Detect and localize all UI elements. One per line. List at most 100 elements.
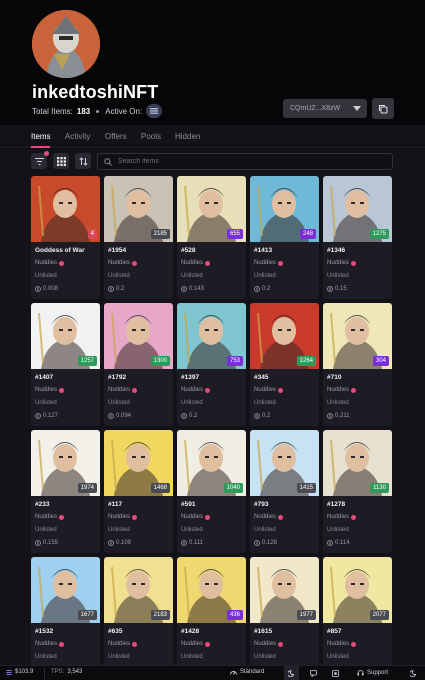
nft-card[interactable]: 2183 #635 Nuddies Unlisted — [104, 557, 173, 665]
nft-image[interactable]: 436 — [177, 557, 246, 623]
nft-card[interactable]: 1677 #1532 Nuddies Unlisted — [31, 557, 100, 665]
nft-collection[interactable]: Nuddies — [254, 641, 284, 647]
nft-image[interactable]: 2077 — [323, 557, 392, 623]
nft-card[interactable]: 1415 #793 Nuddies Unlisted 0.126 — [250, 430, 319, 553]
nft-collection[interactable]: Nuddies — [254, 387, 284, 393]
nft-card[interactable]: 753 #1397 Nuddies Unlisted 0.2 — [177, 303, 246, 426]
verified-badge-icon — [205, 514, 211, 520]
search-input[interactable] — [118, 158, 378, 165]
price-value: 0.155 — [43, 540, 59, 546]
wallet-select[interactable]: CQmUZ...X8zW — [283, 99, 367, 118]
rarity-rank-badge: 2077 — [369, 610, 389, 620]
profile-meta: Total Items: 183 Active On: — [32, 104, 163, 118]
copy-button[interactable] — [372, 98, 394, 119]
price-value: 0.2 — [262, 413, 271, 419]
tab-hidden[interactable]: Hidden — [175, 132, 200, 141]
nft-card[interactable]: 1977 #1615 Nuddies Unlisted — [250, 557, 319, 665]
nft-title: #857 — [327, 628, 342, 635]
listing-status: Unlisted — [108, 527, 130, 533]
search-box[interactable] — [97, 153, 393, 170]
sort-button[interactable] — [75, 153, 91, 169]
floor-price: 0.111 — [181, 540, 203, 546]
tab-items[interactable]: Items — [31, 132, 51, 141]
avatar-image — [32, 10, 100, 78]
nft-card[interactable]: 436 #1428 Nuddies Unlisted — [177, 557, 246, 665]
theme-toggle-button[interactable] — [284, 666, 299, 680]
collection-name: Nuddies — [327, 641, 350, 647]
nft-card[interactable]: 1468 #117 Nuddies Unlisted 0.109 — [104, 430, 173, 553]
nft-card[interactable]: 1040 #591 Nuddies Unlisted 0.111 — [177, 430, 246, 553]
nft-collection[interactable]: Nuddies — [327, 387, 357, 393]
nft-collection[interactable]: Nuddies — [181, 260, 211, 266]
nft-image[interactable]: 1677 — [31, 557, 100, 623]
verified-badge-icon — [132, 387, 138, 393]
nft-card[interactable]: 304 #710 Nuddies Unlisted 0.211 — [323, 303, 392, 426]
nft-collection[interactable]: Nuddies — [35, 641, 65, 647]
nft-image[interactable]: 1040 — [177, 430, 246, 496]
nft-collection[interactable]: Nuddies — [181, 514, 211, 520]
nft-image[interactable]: 1468 — [104, 430, 173, 496]
tab-offers[interactable]: Offers — [105, 132, 127, 141]
nft-card[interactable]: 248 #1413 Nuddies Unlisted 0.2 — [250, 176, 319, 299]
nft-collection[interactable]: Nuddies — [181, 387, 211, 393]
nft-image[interactable]: 2185 — [104, 176, 173, 242]
nft-image[interactable]: 1275 — [323, 176, 392, 242]
nft-card[interactable]: 2077 #857 Nuddies Unlisted — [323, 557, 392, 665]
nft-card[interactable]: 1275 #1346 Nuddies Unlisted 0.15 — [323, 176, 392, 299]
nft-collection[interactable]: Nuddies — [108, 641, 138, 647]
nft-image[interactable]: 753 — [177, 303, 246, 369]
nft-collection[interactable]: Nuddies — [108, 260, 138, 266]
floor-price: 0.114 — [327, 540, 350, 546]
nft-image[interactable]: 1415 — [250, 430, 319, 496]
nft-image[interactable]: 1130 — [323, 430, 392, 496]
tab-activity[interactable]: Activity — [65, 132, 90, 141]
nft-image[interactable]: 1977 — [250, 557, 319, 623]
nft-collection[interactable]: Nuddies — [35, 387, 65, 393]
toolbar — [0, 149, 425, 174]
nft-card[interactable]: 1974 #233 Nuddies Unlisted 0.155 — [31, 430, 100, 553]
chat-button[interactable] — [306, 666, 321, 680]
nft-collection[interactable]: Nuddies — [327, 514, 357, 520]
nft-collection[interactable]: Nuddies — [108, 514, 138, 520]
verified-badge-icon — [59, 387, 65, 393]
nft-image[interactable]: 1974 — [31, 430, 100, 496]
settings-button[interactable] — [328, 666, 343, 680]
profile-name: inkedtoshiNFT — [32, 82, 159, 102]
nft-image[interactable]: 248 — [250, 176, 319, 242]
nft-image[interactable]: 655 — [177, 176, 246, 242]
nft-card[interactable]: 2185 #1954 Nuddies Unlisted 0.2 — [104, 176, 173, 299]
nft-image[interactable]: 304 — [323, 303, 392, 369]
support-button[interactable]: Support — [357, 669, 388, 676]
nft-collection[interactable]: Nuddies — [35, 260, 65, 266]
nft-collection[interactable]: Nuddies — [327, 641, 357, 647]
coin-icon — [108, 540, 114, 546]
tab-pools[interactable]: Pools — [141, 132, 161, 141]
nft-collection[interactable]: Nuddies — [108, 387, 138, 393]
items-grid-area[interactable]: 4 Goddess of War Nuddies Unlisted 0.008 2185 #… — [0, 174, 425, 665]
nft-image[interactable]: 1300 — [104, 303, 173, 369]
nft-card[interactable]: 4 Goddess of War Nuddies Unlisted 0.008 — [31, 176, 100, 299]
night-mode-button[interactable] — [406, 666, 421, 680]
nft-image[interactable]: 4 — [31, 176, 100, 242]
nft-card[interactable]: 1300 #1792 Nuddies Unlisted 0.094 — [104, 303, 173, 426]
priority-mode-button[interactable]: Standard — [230, 669, 264, 675]
nft-card[interactable]: 1264 #345 Nuddies Unlisted 0.2 — [250, 303, 319, 426]
nft-image[interactable]: 1264 — [250, 303, 319, 369]
nft-title: #793 — [254, 501, 269, 508]
nft-card[interactable]: 1257 #1407 Nuddies Unlisted 0.127 — [31, 303, 100, 426]
nft-collection[interactable]: Nuddies — [254, 514, 284, 520]
nft-collection[interactable]: Nuddies — [181, 641, 211, 647]
nft-image[interactable]: 1257 — [31, 303, 100, 369]
nft-card[interactable]: 1130 #1278 Nuddies Unlisted 0.114 — [323, 430, 392, 553]
nft-collection[interactable]: Nuddies — [327, 260, 357, 266]
nft-image[interactable]: 2183 — [104, 557, 173, 623]
nft-collection[interactable]: Nuddies — [254, 260, 284, 266]
nft-card[interactable]: 655 #528 Nuddies Unlisted 0.143 — [177, 176, 246, 299]
listing-status: Unlisted — [35, 527, 57, 533]
grid-view-button[interactable] — [53, 153, 69, 169]
filter-button[interactable] — [31, 151, 49, 169]
listing-status: Unlisted — [181, 527, 203, 533]
collection-name: Nuddies — [108, 514, 131, 520]
nft-collection[interactable]: Nuddies — [35, 514, 65, 520]
verified-badge-icon — [351, 514, 357, 520]
